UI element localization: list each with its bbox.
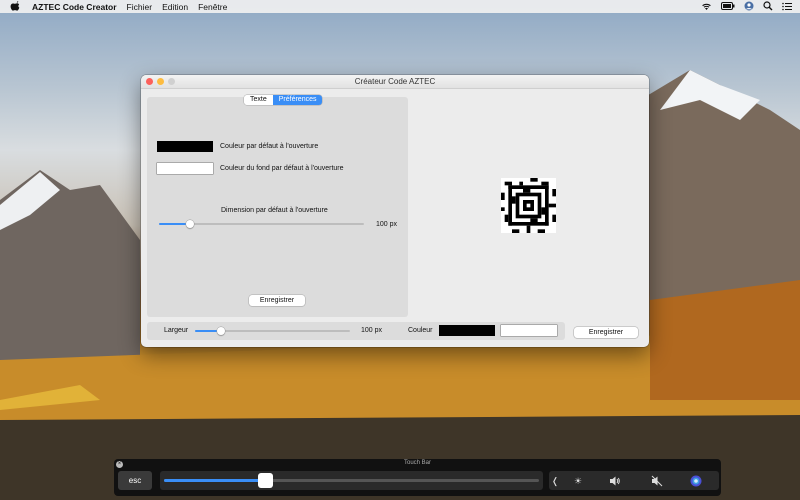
default-background-color-well[interactable] — [157, 163, 213, 174]
tab-texte[interactable]: Texte — [244, 95, 273, 105]
apple-menu-icon[interactable] — [10, 1, 20, 12]
title-bar[interactable]: Créateur Code AZTEC — [141, 75, 649, 89]
default-color-well[interactable] — [157, 141, 213, 152]
control-strip: ❬ ☀ — [549, 471, 719, 490]
preferences-panel: Texte Préférences Couleur par défaut à l… — [147, 95, 408, 317]
touch-bar: × Touch Bar esc ❬ ☀ — [114, 459, 721, 496]
battery-icon[interactable] — [721, 2, 735, 10]
dimension-slider[interactable] — [159, 220, 364, 228]
menu-bar: AZTEC Code Creator Fichier Edition Fenêt… — [0, 0, 800, 13]
touch-bar-slider[interactable] — [160, 471, 543, 490]
touch-bar-slider-track — [164, 479, 539, 482]
width-slider[interactable] — [195, 327, 350, 335]
window-title: Créateur Code AZTEC — [354, 77, 436, 86]
minimize-window-button[interactable] — [157, 78, 164, 85]
spotlight-icon[interactable] — [763, 1, 773, 11]
zoom-window-button[interactable] — [168, 78, 175, 85]
menu-app-name[interactable]: AZTEC Code Creator — [32, 2, 117, 12]
save-preferences-button[interactable]: Enregistrer — [249, 295, 305, 306]
save-button[interactable]: Enregistrer — [574, 327, 638, 338]
user-icon[interactable] — [744, 1, 754, 11]
chevron-left-icon[interactable]: ❬ — [549, 475, 561, 487]
esc-key[interactable]: esc — [118, 471, 152, 490]
width-label: Largeur — [164, 327, 189, 334]
dimension-slider-knob[interactable] — [185, 220, 194, 228]
volume-icon[interactable] — [609, 475, 621, 487]
default-color-label: Couleur par défaut à l'ouverture — [220, 143, 319, 150]
dimension-value: 100 px — [376, 221, 398, 228]
tab-bar: Texte Préférences — [244, 95, 323, 105]
menu-edition[interactable]: Edition — [162, 2, 188, 12]
brightness-icon[interactable]: ☀ — [572, 475, 584, 487]
menu-fichier[interactable]: Fichier — [127, 2, 153, 12]
touch-bar-slider-fill — [164, 479, 266, 482]
width-value: 100 px — [361, 327, 383, 334]
wifi-icon[interactable] — [701, 2, 712, 11]
width-slider-knob[interactable] — [217, 327, 226, 335]
app-window: Créateur Code AZTEC Texte Préférences Co… — [141, 75, 649, 347]
menu-fenetre[interactable]: Fenêtre — [198, 2, 227, 12]
close-window-button[interactable] — [146, 78, 153, 85]
touch-bar-slider-knob[interactable] — [257, 473, 273, 488]
touch-bar-title: Touch Bar — [403, 460, 431, 466]
bottom-toolbar: Largeur 100 px Couleur — [147, 322, 565, 340]
siri-icon[interactable] — [690, 475, 702, 487]
dimension-label: Dimension par défaut à l'ouverture — [221, 207, 328, 214]
mute-icon[interactable] — [651, 475, 663, 487]
background-color-well[interactable] — [501, 325, 557, 336]
notification-center-icon[interactable] — [782, 2, 792, 11]
default-background-color-label: Couleur du fond par défaut à l'ouverture — [220, 165, 344, 172]
aztec-code-preview — [501, 178, 556, 233]
tab-preferences[interactable]: Préférences — [272, 95, 323, 105]
color-label: Couleur — [408, 327, 433, 334]
foreground-color-well[interactable] — [439, 325, 495, 336]
